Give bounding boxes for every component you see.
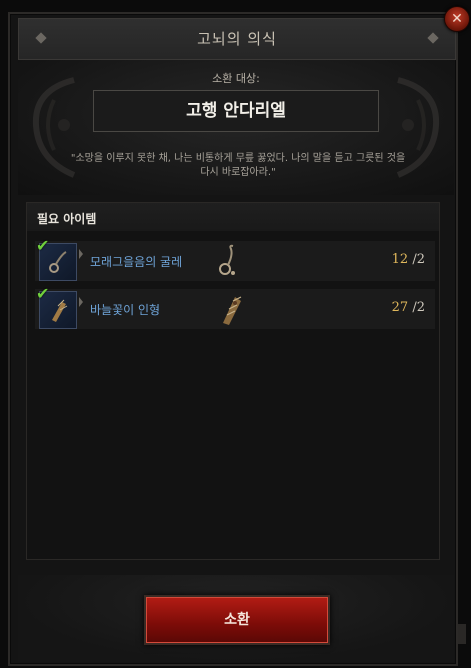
required-items-title: 필요 아이템 <box>37 212 97 226</box>
item-count: 12 /2 <box>391 252 425 267</box>
summon-button[interactable]: 소환 <box>144 595 330 645</box>
item-name: 바늘꽃이 인형 <box>90 303 161 317</box>
close-icon: ✕ <box>451 11 463 27</box>
shackle-icon <box>219 244 235 275</box>
close-button[interactable]: ✕ <box>444 6 470 32</box>
check-icon: ✔ <box>36 236 50 255</box>
summon-header: 소환 대상: 고행 안다리엘 "소망을 이루지 못한 채, 나는 비통하게 무릎… <box>18 60 454 195</box>
summon-target-label: 소환 대상: <box>212 72 260 85</box>
chevron-right-icon <box>79 249 83 259</box>
required-items-header: 필요 아이템 <box>27 203 439 231</box>
required-items-panel: 필요 아이템 ✔ 모래그을음의 굴레 12 /2 ✔ 바늘꽃이 인형 27 /2 <box>26 202 440 560</box>
resize-handle[interactable] <box>458 624 466 644</box>
window-title: 고뇌의 의식 <box>197 30 277 48</box>
list-item[interactable]: ✔ 바늘꽃이 인형 27 /2 <box>35 286 435 329</box>
item-name: 모래그을음의 굴레 <box>90 255 183 269</box>
list-item[interactable]: ✔ 모래그을음의 굴레 12 /2 <box>35 238 435 281</box>
pincushion-doll-icon: ✔ <box>36 286 77 329</box>
shackle-icon: ✔ <box>36 238 77 281</box>
check-icon: ✔ <box>36 284 50 303</box>
lore-quote-line: "소망을 이루지 못한 채, 나는 비통하게 무릎 꿇었다. 나의 말을 듣고 … <box>70 153 406 164</box>
summon-footer: 소환 <box>18 575 454 662</box>
pincushion-doll-icon <box>223 296 242 325</box>
summon-target-name: 고행 안다리엘 <box>93 90 379 132</box>
lore-quote-line: 다시 바로잡아라." <box>200 167 276 178</box>
title-bar: 고뇌의 의식 <box>18 18 456 60</box>
item-count: 27 /2 <box>391 300 425 315</box>
chevron-right-icon <box>79 297 83 307</box>
